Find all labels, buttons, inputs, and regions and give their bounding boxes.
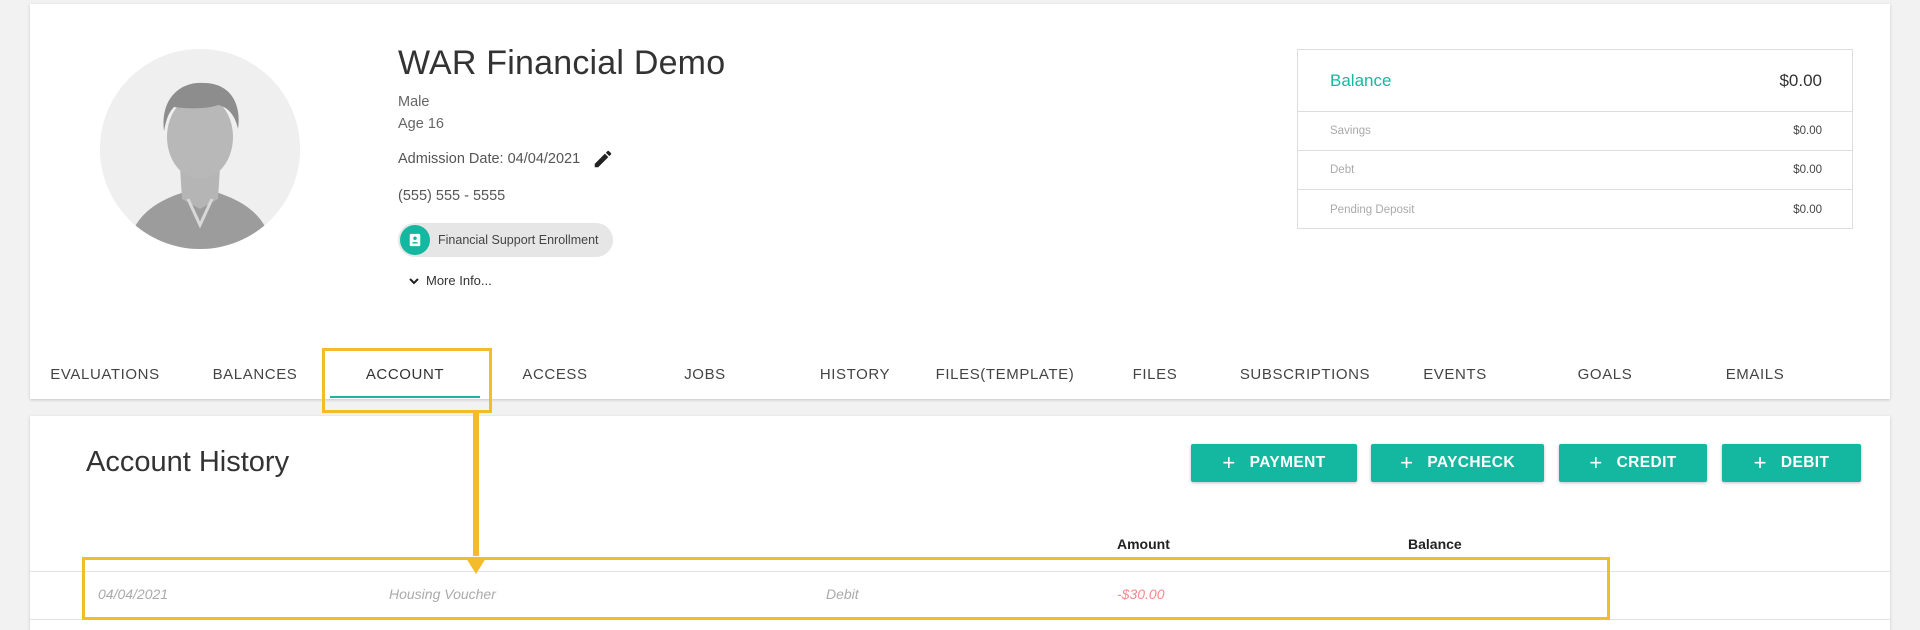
enrollment-chip-label: Financial Support Enrollment (438, 233, 599, 247)
add-debit-button[interactable]: + DEBIT (1722, 444, 1861, 482)
chevron-down-icon (409, 277, 419, 284)
tab-history[interactable]: HISTORY (780, 349, 930, 399)
plus-icon: + (1400, 450, 1414, 475)
annotation-arrow (473, 413, 479, 556)
pencil-edit-icon[interactable] (592, 148, 614, 170)
more-info-toggle[interactable]: More Info... (408, 273, 725, 288)
profile-info: WAR Financial Demo Male Age 16 Admission… (398, 44, 725, 288)
button-label: PAYCHECK (1427, 454, 1515, 471)
column-header-balance: Balance (1408, 536, 1462, 552)
profile-name: WAR Financial Demo (398, 44, 726, 82)
tab-subscriptions[interactable]: SUBSCRIPTIONS (1230, 349, 1380, 399)
row-highlight-annotation (82, 557, 1610, 620)
balance-row-debt: Debt $0.00 (1298, 151, 1852, 190)
tab-goals[interactable]: GOALS (1530, 349, 1680, 399)
tab-jobs[interactable]: JOBS (630, 349, 780, 399)
balance-header: Balance $0.00 (1298, 50, 1852, 112)
section-title: Account History (86, 446, 290, 478)
person-silhouette-icon (100, 49, 300, 249)
balance-row-label: Pending Deposit (1330, 203, 1415, 216)
add-paycheck-button[interactable]: + PAYCHECK (1371, 444, 1544, 482)
balance-summary: Balance $0.00 Savings $0.00 Debt $0.00 P… (1297, 49, 1853, 229)
enrollment-chip[interactable]: Financial Support Enrollment (398, 223, 613, 257)
button-label: PAYMENT (1249, 454, 1326, 471)
balance-row-value: $0.00 (1793, 203, 1822, 216)
column-header-amount: Amount (1117, 536, 1170, 552)
profile-meta: Male Age 16 (398, 91, 725, 135)
admission-date: Admission Date: 04/04/2021 (398, 151, 581, 167)
add-credit-button[interactable]: + CREDIT (1559, 444, 1707, 482)
profile-card: WAR Financial Demo Male Age 16 Admission… (30, 4, 1890, 399)
more-info-label: More Info... (426, 273, 492, 288)
button-label: DEBIT (1780, 454, 1830, 471)
balance-row-value: $0.00 (1793, 164, 1822, 176)
button-label: CREDIT (1616, 454, 1677, 471)
balance-row-label: Savings (1330, 125, 1371, 137)
balance-row-savings: Savings $0.00 (1298, 112, 1852, 151)
tab-files[interactable]: FILES (1080, 349, 1230, 399)
tab-balances[interactable]: BALANCES (180, 349, 330, 399)
plus-icon: + (1589, 450, 1603, 475)
profile-age: Age 16 (398, 116, 444, 132)
tab-files-template[interactable]: FILES(TEMPLATE) (930, 349, 1080, 399)
profile-gender: Male (398, 94, 430, 110)
tab-evaluations[interactable]: EVALUATIONS (30, 349, 180, 399)
balance-row-pending-deposit: Pending Deposit $0.00 (1298, 190, 1852, 229)
tab-highlight-annotation (322, 348, 492, 413)
balance-title: Balance (1330, 70, 1392, 90)
tab-bar: EVALUATIONS BALANCES ACCOUNT ACCESS JOBS… (30, 349, 1890, 399)
badge-icon (400, 225, 430, 255)
tab-emails[interactable]: EMAILS (1680, 349, 1830, 399)
balance-total: $0.00 (1779, 70, 1822, 90)
balance-row-label: Debt (1330, 164, 1355, 176)
plus-icon: + (1222, 450, 1236, 475)
plus-icon: + (1753, 450, 1767, 475)
balance-row-value: $0.00 (1793, 125, 1822, 137)
avatar (100, 49, 300, 249)
tab-access[interactable]: ACCESS (480, 349, 630, 399)
tab-events[interactable]: EVENTS (1380, 349, 1530, 399)
admission-date-row: Admission Date: 04/04/2021 (398, 148, 725, 170)
add-payment-button[interactable]: + PAYMENT (1191, 444, 1357, 482)
profile-phone: (555) 555 - 5555 (398, 188, 506, 204)
